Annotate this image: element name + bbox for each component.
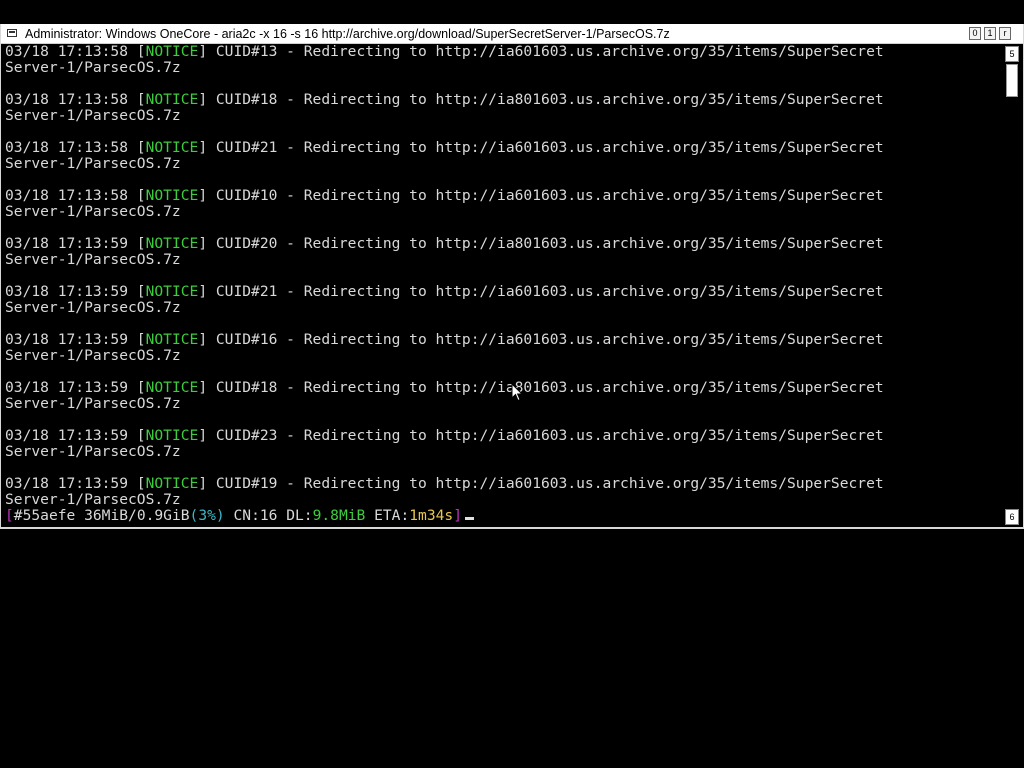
log-message: CUID#10 - Redirecting to http://ia601603…: [215, 187, 884, 204]
log-entry: 03/18 17:13:59 [NOTICE] CUID#21 - Redire…: [5, 284, 1003, 332]
vertical-scrollbar[interactable]: [1004, 44, 1021, 526]
log-entry: 03/18 17:13:58 [NOTICE] CUID#18 - Redire…: [5, 92, 1003, 140]
log-line-continuation: Server-1/ParsecOS.7z: [5, 203, 181, 220]
status-eta: 1m34s: [409, 507, 454, 524]
log-entry: 03/18 17:13:59 [NOTICE] CUID#18 - Redire…: [5, 380, 1003, 428]
log-line: 03/18 17:13:58 [NOTICE] CUID#21 - Redire…: [5, 139, 884, 156]
log-line-continuation: Server-1/ParsecOS.7z: [5, 299, 181, 316]
log-line-continuation: Server-1/ParsecOS.7z: [5, 443, 181, 460]
status-eta-label: ETA:: [374, 507, 410, 524]
status-close-bracket: ]: [453, 507, 462, 524]
log-time: 03/18 17:13:59: [5, 331, 129, 348]
log-time: 03/18 17:13:58: [5, 187, 129, 204]
log-level: NOTICE: [145, 379, 199, 396]
maximize-button[interactable]: 1: [984, 27, 996, 40]
log-message: CUID#23 - Redirecting to http://ia601603…: [215, 427, 884, 444]
title-bar[interactable]: Administrator: Windows OneCore - aria2c …: [1, 24, 1023, 44]
console-output[interactable]: 03/18 17:13:58 [ NOTICE] CUID#13 - Redire…: [5, 44, 1003, 526]
log-time: 03/18 17:13:59: [5, 379, 129, 396]
log-message: CUID#13 - Redirecting to http://ia601603…: [215, 44, 884, 60]
scrollbar-thumb[interactable]: [1006, 64, 1018, 97]
console-window: Administrator: Windows OneCore - aria2c …: [0, 24, 1024, 529]
log-level: NOTICE: [145, 475, 199, 492]
log-time: 03/18 17:13:58: [5, 139, 129, 156]
log-line-continuation: Server-1/ParsecOS.7z: [5, 107, 181, 124]
log-line: 03/18 17:13:58 [NOTICE] CUID#13 - Redire…: [5, 44, 884, 60]
log-line-continuation: Server-1/ParsecOS.7z: [5, 59, 181, 76]
log-message: CUID#21 - Redirecting to http://ia601603…: [215, 139, 884, 156]
log-line-continuation: Server-1/ParsecOS.7z: [5, 155, 181, 172]
log-line: 03/18 17:13:59 [NOTICE] CUID#21 - Redire…: [5, 283, 884, 300]
status-progress: 36MiB/0.9GiB: [84, 507, 190, 524]
log-line-continuation: Server-1/ParsecOS.7z: [5, 347, 181, 364]
log-list: 03/18 17:13:58 [ NOTICE] CUID#13 - Redire…: [5, 44, 1003, 524]
log-level: NOTICE: [145, 139, 199, 156]
status-gid: #55aefe: [13, 507, 76, 524]
log-message: CUID#18 - Redirecting to http://ia801603…: [215, 91, 884, 108]
log-time: 03/18 17:13:59: [5, 235, 129, 252]
log-entry: 03/18 17:13:58 [NOTICE] CUID#13 - Redire…: [5, 44, 1003, 92]
log-time: 03/18 17:13:59: [5, 283, 129, 300]
log-line: 03/18 17:13:58 [NOTICE] CUID#18 - Redire…: [5, 91, 884, 108]
log-message: CUID#20 - Redirecting to http://ia801603…: [215, 235, 884, 252]
log-entry: 03/18 17:13:59 [NOTICE] CUID#20 - Redire…: [5, 236, 1003, 284]
log-level: NOTICE: [145, 331, 199, 348]
status-percent: (3%): [189, 507, 225, 524]
log-entry: 03/18 17:13:58 [NOTICE] CUID#21 - Redire…: [5, 140, 1003, 188]
window-title: Administrator: Windows OneCore - aria2c …: [25, 27, 670, 41]
log-level: NOTICE: [145, 91, 199, 108]
log-time: 03/18 17:13:59: [5, 475, 129, 492]
log-level: NOTICE: [145, 283, 199, 300]
system-menu-icon[interactable]: [7, 29, 17, 37]
status-speed: 9.8MiB: [312, 507, 366, 524]
log-level: NOTICE: [145, 44, 199, 60]
log-message: CUID#21 - Redirecting to http://ia601603…: [215, 283, 884, 300]
log-line: 03/18 17:13:59 [NOTICE] CUID#18 - Redire…: [5, 379, 884, 396]
status-dl-label: DL:: [286, 507, 313, 524]
log-line: 03/18 17:13:58 [NOTICE] CUID#10 - Redire…: [5, 187, 884, 204]
minimize-button[interactable]: 0: [969, 27, 981, 40]
log-level: NOTICE: [145, 427, 199, 444]
log-line: 03/18 17:13:59 [NOTICE] CUID#20 - Redire…: [5, 235, 884, 252]
log-line: 03/18 17:13:59 [NOTICE] CUID#16 - Redire…: [5, 331, 884, 348]
log-line-continuation: Server-1/ParsecOS.7z: [5, 395, 181, 412]
log-line: 03/18 17:13:59 [NOTICE] CUID#19 - Redire…: [5, 475, 884, 492]
log-entry: 03/18 17:13:58 [NOTICE] CUID#10 - Redire…: [5, 188, 1003, 236]
log-message: CUID#18 - Redirecting to http://ia801603…: [215, 379, 884, 396]
scroll-down-button[interactable]: 6: [1005, 509, 1019, 525]
log-entry: 03/18 17:13:59 [NOTICE] CUID#23 - Redire…: [5, 428, 1003, 476]
status-cn-label: CN:: [233, 507, 260, 524]
log-line-continuation: Server-1/ParsecOS.7z: [5, 251, 181, 268]
log-level: NOTICE: [145, 187, 199, 204]
text-cursor: [465, 517, 474, 520]
log-entry: 03/18 17:13:59 [NOTICE] CUID#16 - Redire…: [5, 332, 1003, 380]
log-time: 03/18 17:13:58: [5, 91, 129, 108]
log-level: NOTICE: [145, 235, 199, 252]
log-line-continuation: Server-1/ParsecOS.7z: [5, 491, 181, 508]
status-open-bracket: [: [5, 507, 14, 524]
download-status-line: [#55aefe 36MiB/0.9GiB(3%) CN:16 DL:9.8Mi…: [5, 508, 474, 524]
scroll-up-button[interactable]: 5: [1005, 46, 1019, 62]
log-time: 03/18 17:13:58: [5, 44, 129, 60]
close-button[interactable]: r: [999, 27, 1011, 40]
log-message: CUID#16 - Redirecting to http://ia601603…: [215, 331, 884, 348]
log-time: 03/18 17:13:59: [5, 427, 129, 444]
log-message: CUID#19 - Redirecting to http://ia601603…: [215, 475, 884, 492]
mouse-pointer-icon: [511, 383, 523, 402]
status-connections: 16: [259, 507, 278, 524]
log-line: 03/18 17:13:59 [NOTICE] CUID#23 - Redire…: [5, 427, 884, 444]
